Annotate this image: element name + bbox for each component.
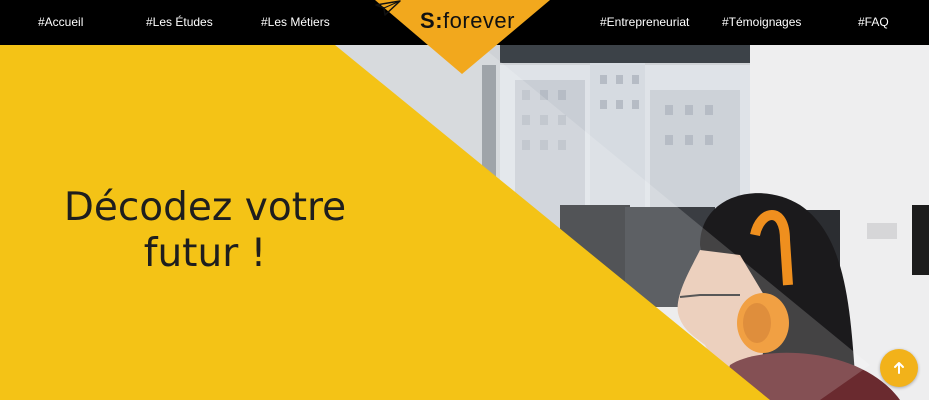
nav-link-entrepreneuriat[interactable]: #Entrepreneuriat [600, 0, 689, 45]
logo-word: forever [443, 8, 515, 33]
logo-badge[interactable]: S:forever [375, 0, 550, 74]
hero-headline-line2: futur ! [143, 231, 267, 277]
logo-wordmark: S:forever [420, 8, 515, 34]
nav-link-metiers[interactable]: #Les Métiers [261, 0, 330, 45]
nav-link-accueil[interactable]: #Accueil [38, 0, 83, 45]
nav-link-etudes[interactable]: #Les Études [146, 0, 213, 45]
scroll-to-top-button[interactable] [880, 349, 918, 387]
nav-link-faq[interactable]: #FAQ [858, 0, 889, 45]
hero-section: Décodez votre futur ! [0, 45, 929, 400]
logo-colon: : [435, 8, 444, 33]
arrow-up-icon [894, 362, 904, 374]
paper-plane-icon [375, 0, 401, 16]
hero-headline: Décodez votre futur ! [40, 185, 370, 277]
logo-letter: S [420, 8, 436, 33]
nav-link-temoignages[interactable]: #Témoignages [722, 0, 801, 45]
hero-headline-line1: Décodez votre [63, 185, 347, 231]
